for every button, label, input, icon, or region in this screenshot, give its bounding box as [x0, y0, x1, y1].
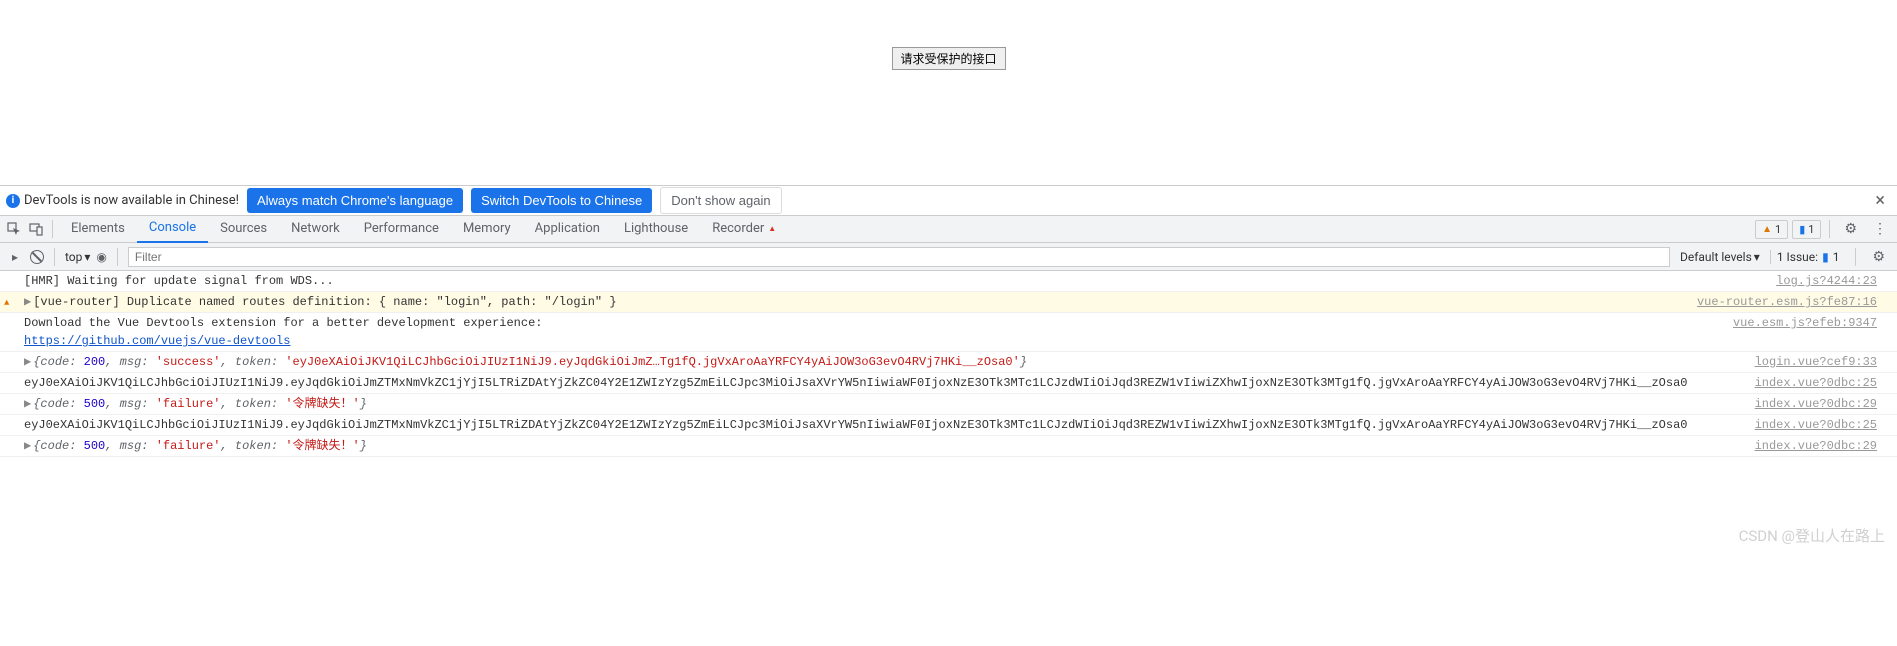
tab-recorder[interactable]: Recorder▲ — [700, 215, 788, 243]
inspect-icon[interactable] — [4, 219, 24, 239]
issues-link[interactable]: 1 Issue: ▮ 1 — [1770, 250, 1846, 264]
expand-icon[interactable]: ▶ — [24, 437, 31, 455]
toggle-drawer-icon[interactable]: ▸ — [6, 248, 24, 266]
devtools-language-banner: i DevTools is now available in Chinese! … — [0, 185, 1897, 215]
live-expression-icon[interactable]: ◉ — [96, 250, 106, 264]
request-protected-api-button[interactable]: 请求受保护的接口 — [891, 47, 1005, 70]
tab-network[interactable]: Network — [279, 215, 352, 243]
issues-label: 1 Issue: — [1777, 250, 1818, 264]
console-log-row[interactable]: ▶{code: 200, msg: 'success', token: 'eyJ… — [0, 352, 1897, 373]
tab-sources[interactable]: Sources — [208, 215, 279, 243]
context-selector[interactable]: top ▾ — [65, 250, 90, 264]
log-source-link[interactable]: index.vue?0dbc:29 — [1755, 437, 1877, 455]
settings-icon[interactable]: ⚙ — [1838, 221, 1863, 237]
more-icon[interactable]: ⋮ — [1867, 221, 1893, 237]
log-levels-selector[interactable]: Default levels ▾ — [1676, 248, 1764, 266]
device-toggle-icon[interactable] — [26, 219, 46, 239]
issues-count: 1 — [1833, 250, 1840, 264]
log-message: eyJ0eXAiOiJKV1QiLCJhbGciOiJIUzI1NiJ9.eyJ… — [24, 416, 1745, 434]
log-source-link[interactable]: index.vue?0dbc:25 — [1755, 416, 1877, 434]
log-link[interactable]: https://github.com/vuejs/vue-devtools — [24, 334, 290, 348]
warnings-count: 1 — [1775, 223, 1781, 236]
log-source-link[interactable]: index.vue?0dbc:25 — [1755, 374, 1877, 392]
page-content: 请求受保护的接口 — [0, 0, 1897, 185]
tab-performance[interactable]: Performance — [352, 215, 451, 243]
log-source-link[interactable]: vue.esm.js?efeb:9347 — [1733, 314, 1877, 350]
console-settings-icon[interactable]: ⚙ — [1866, 249, 1891, 265]
console-log-row[interactable]: ▶[vue-router] Duplicate named routes def… — [0, 292, 1897, 313]
log-source-link[interactable]: vue-router.esm.js?fe87:16 — [1697, 293, 1877, 311]
console-log-row[interactable]: ▶{code: 500, msg: 'failure', token: '令牌缺… — [0, 436, 1897, 457]
separator — [52, 220, 53, 238]
devtools-tabs-bar: ElementsConsoleSourcesNetworkPerformance… — [0, 215, 1897, 243]
match-language-button[interactable]: Always match Chrome's language — [247, 188, 463, 213]
console-log-row[interactable]: eyJ0eXAiOiJKV1QiLCJhbGciOiJIUzI1NiJ9.eyJ… — [0, 415, 1897, 436]
log-message: ▶{code: 200, msg: 'success', token: 'eyJ… — [24, 353, 1745, 371]
watermark: CSDN @登山人在路上 — [1739, 525, 1885, 546]
console-output: [HMR] Waiting for update signal from WDS… — [0, 271, 1897, 457]
log-source-link[interactable]: log.js?4244:23 — [1776, 272, 1877, 290]
close-icon[interactable]: × — [1869, 190, 1891, 211]
tab-memory[interactable]: Memory — [451, 215, 523, 243]
separator — [1829, 220, 1830, 238]
switch-language-button[interactable]: Switch DevTools to Chinese — [471, 188, 652, 213]
log-message: ▶{code: 500, msg: 'failure', token: '令牌缺… — [24, 395, 1745, 413]
separator — [1855, 248, 1856, 266]
warnings-badge[interactable]: ▲1 — [1755, 220, 1788, 239]
banner-text: DevTools is now available in Chinese! — [24, 193, 239, 208]
log-message: [HMR] Waiting for update signal from WDS… — [24, 272, 1766, 290]
log-message: Download the Vue Devtools extension for … — [24, 314, 1723, 350]
tab-application[interactable]: Application — [523, 215, 612, 243]
clear-console-icon[interactable] — [30, 250, 44, 264]
tab-elements[interactable]: Elements — [59, 215, 137, 243]
log-source-link[interactable]: login.vue?cef9:33 — [1755, 353, 1877, 371]
separator — [117, 248, 118, 266]
log-source-link[interactable]: index.vue?0dbc:29 — [1755, 395, 1877, 413]
console-log-row[interactable]: Download the Vue Devtools extension for … — [0, 313, 1897, 352]
console-log-row[interactable]: eyJ0eXAiOiJKV1QiLCJhbGciOiJIUzI1NiJ9.eyJ… — [0, 373, 1897, 394]
info-icon: i — [6, 194, 20, 208]
expand-icon[interactable]: ▶ — [24, 395, 31, 413]
filter-input[interactable] — [128, 247, 1670, 267]
tab-console[interactable]: Console — [137, 215, 208, 243]
console-filter-bar: ▸ top ▾ ◉ Default levels ▾ 1 Issue: ▮ 1 … — [0, 243, 1897, 271]
log-message: eyJ0eXAiOiJKV1QiLCJhbGciOiJIUzI1NiJ9.eyJ… — [24, 374, 1745, 392]
info-count: 1 — [1808, 223, 1814, 236]
console-log-row[interactable]: [HMR] Waiting for update signal from WDS… — [0, 271, 1897, 292]
log-message: ▶{code: 500, msg: 'failure', token: '令牌缺… — [24, 437, 1745, 455]
expand-icon[interactable]: ▶ — [24, 353, 31, 371]
tab-lighthouse[interactable]: Lighthouse — [612, 215, 700, 243]
separator — [54, 248, 55, 266]
dismiss-banner-button[interactable]: Don't show again — [660, 187, 781, 214]
console-log-row[interactable]: ▶{code: 500, msg: 'failure', token: '令牌缺… — [0, 394, 1897, 415]
expand-icon[interactable]: ▶ — [24, 293, 31, 311]
info-badge[interactable]: ▮1 — [1792, 220, 1821, 239]
log-message: ▶[vue-router] Duplicate named routes def… — [24, 293, 1687, 311]
